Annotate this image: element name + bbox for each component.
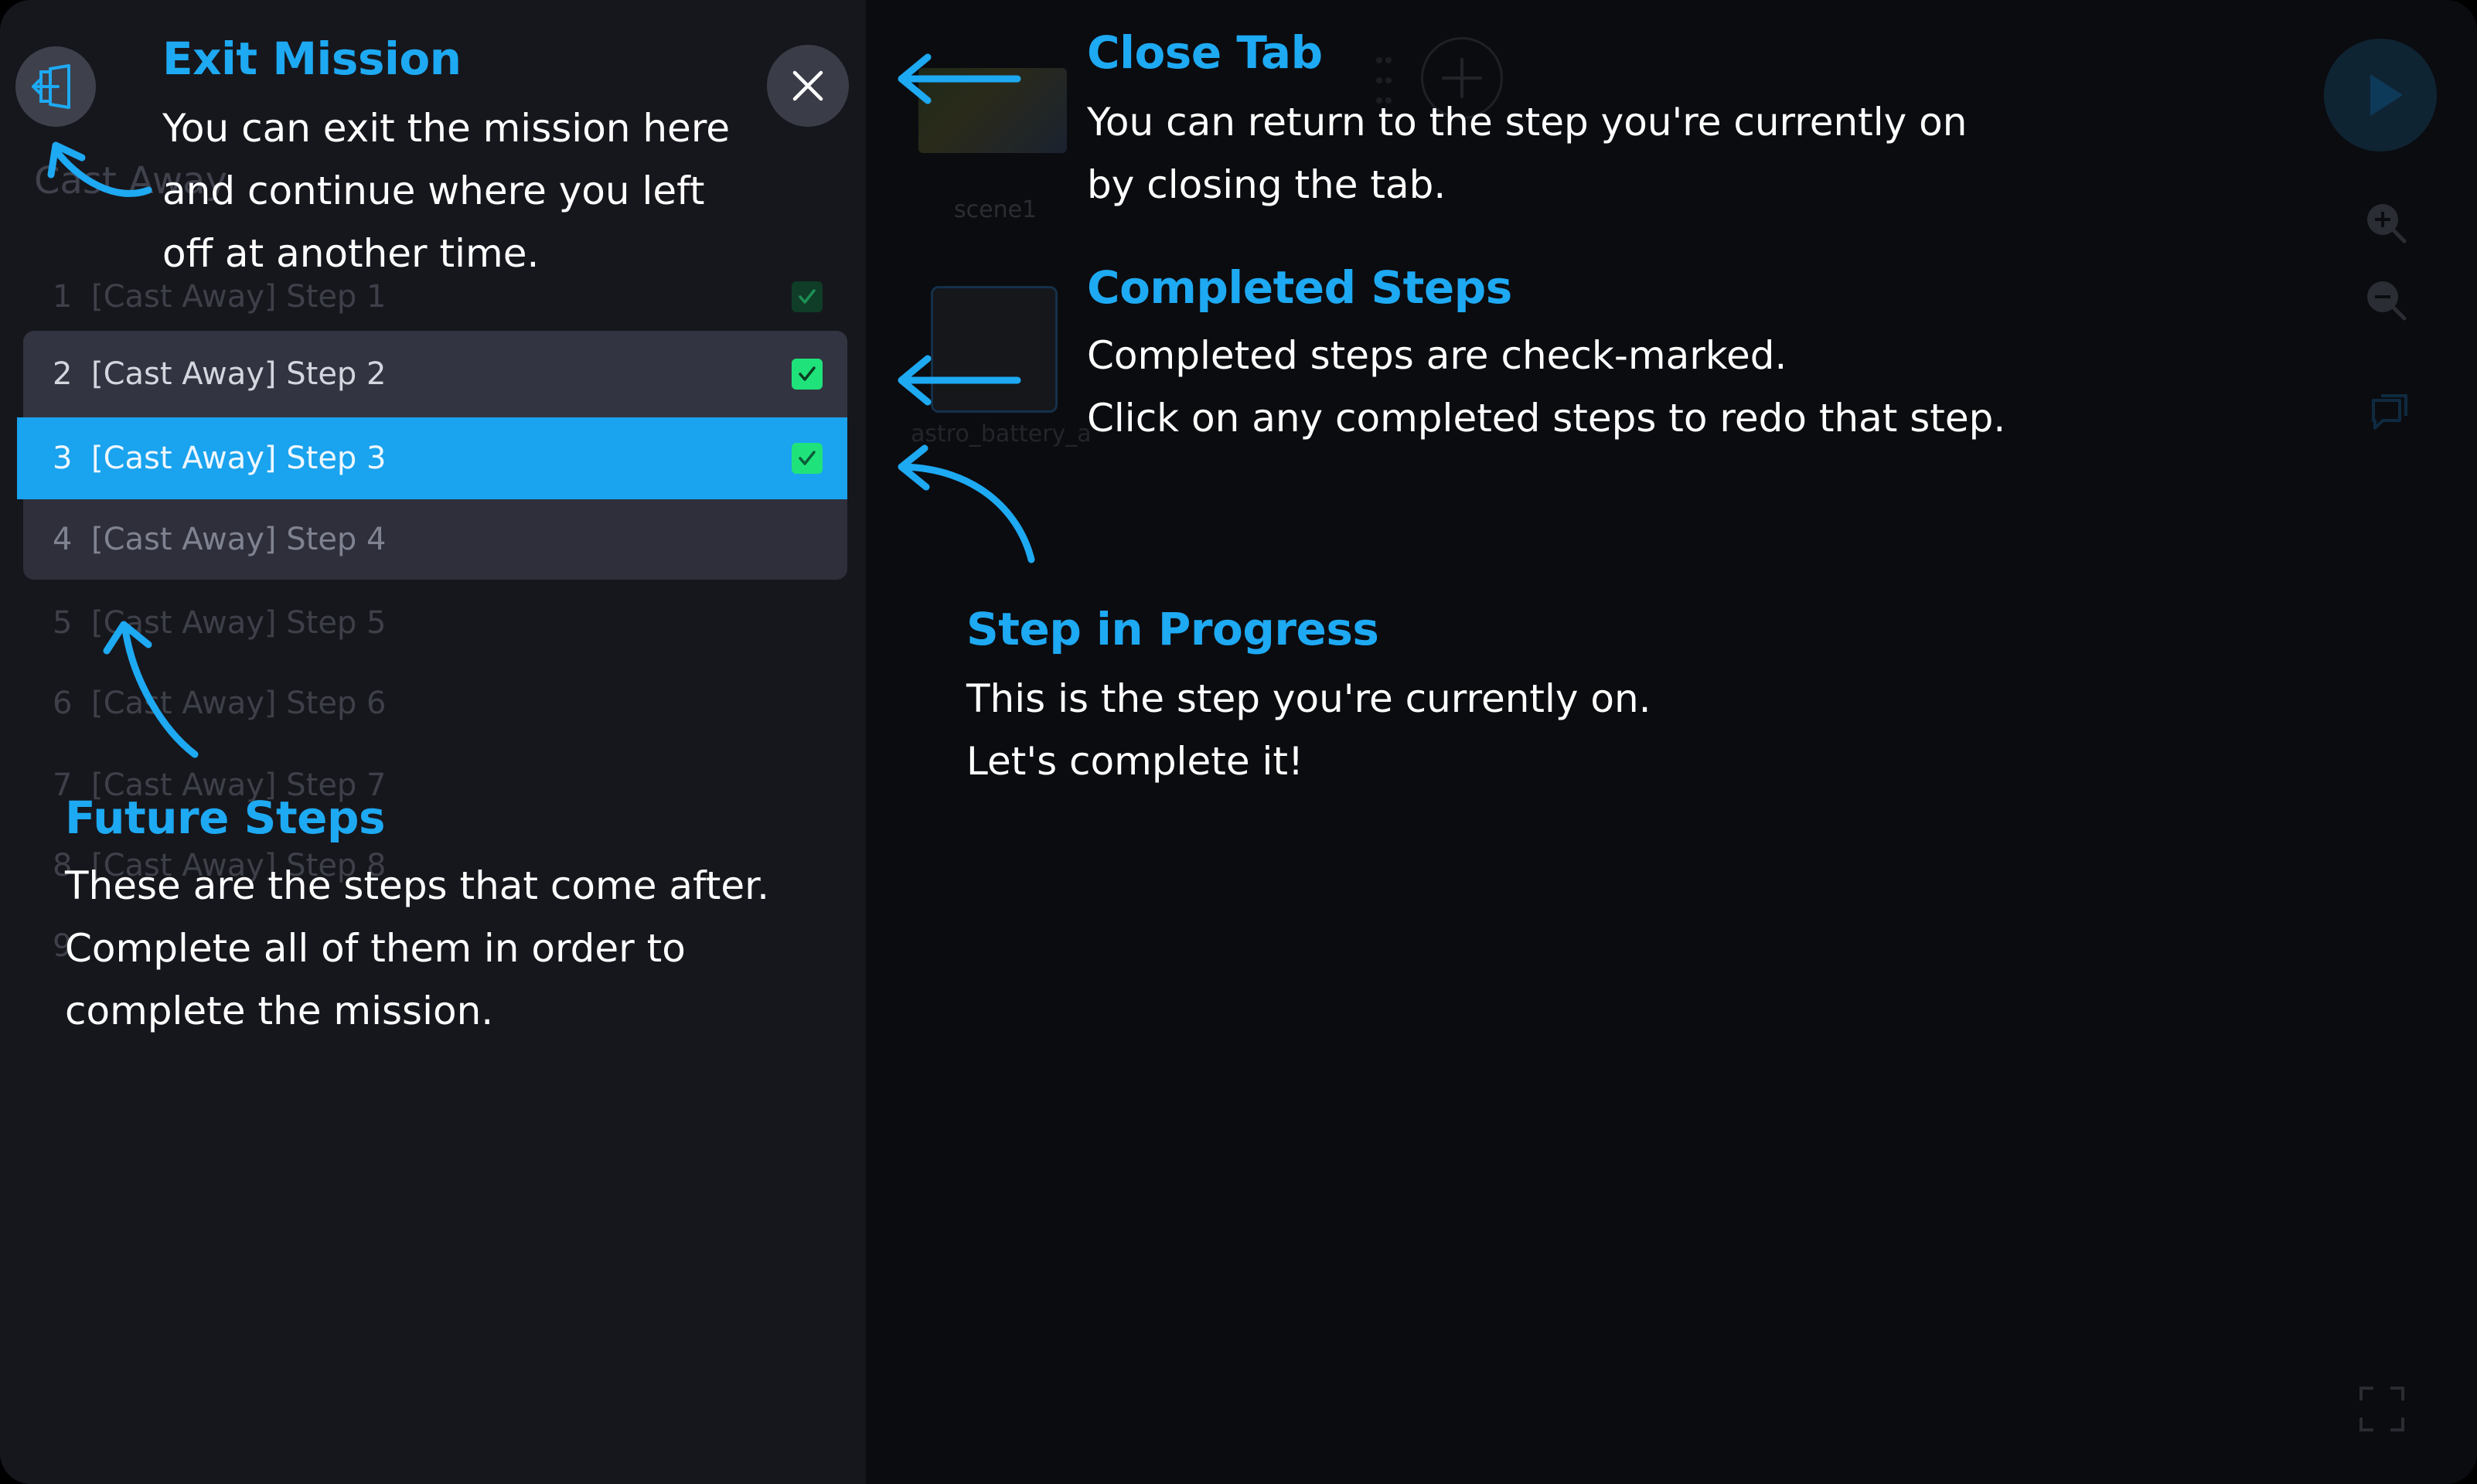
step-number: 5 — [53, 605, 73, 641]
text-line: Click on any completed steps to redo tha… — [1087, 396, 2006, 441]
step-item-future[interactable]: 6 [Cast Away] Step 6 — [23, 663, 847, 744]
text-line: Let's complete it! — [966, 739, 1304, 784]
step-item-current[interactable]: 3 [Cast Away] Step 3 — [17, 417, 847, 499]
completed-steps-description: Completed steps are check-marked. Click … — [1087, 325, 2005, 450]
text-line: You can exit the mission here — [162, 106, 731, 151]
checkmark-icon — [792, 281, 823, 312]
step-number: 1 — [53, 279, 73, 315]
exit-mission-button[interactable] — [15, 46, 96, 127]
step-number: 4 — [53, 522, 73, 557]
text-line: Completed steps are check-marked. — [1087, 333, 1787, 378]
step-label: [Cast Away] Step 5 — [91, 605, 387, 641]
step-number: 6 — [53, 686, 73, 721]
zoom-out-icon[interactable] — [2363, 277, 2409, 323]
future-steps-heading: Future Steps — [65, 791, 386, 844]
close-tab-description: You can return to the step you're curren… — [1087, 91, 1967, 216]
app-window: Cast Away 1 [Cast Away] Step 1 2 [Cast A… — [0, 0, 2477, 1484]
exit-mission-description: You can exit the mission here and contin… — [162, 97, 730, 285]
asset-thumbnail[interactable] — [931, 286, 1058, 413]
asset-label: astro_battery_a — [911, 420, 1092, 448]
future-steps-description: These are the steps that come after. Com… — [65, 855, 769, 1043]
zoom-in-icon[interactable] — [2363, 199, 2409, 246]
step-item-future[interactable]: 4 [Cast Away] Step 4 — [23, 499, 847, 580]
play-icon — [2370, 74, 2403, 116]
text-line: and continue where you left — [162, 168, 705, 213]
close-x-icon — [792, 70, 823, 101]
scene-tab-label: scene1 — [954, 196, 1037, 223]
step-in-progress-description: This is the step you're currently on. Le… — [966, 668, 1651, 793]
chat-icon[interactable] — [2366, 390, 2412, 436]
text-line: by closing the tab. — [1087, 162, 1446, 207]
checkmark-icon — [792, 443, 823, 474]
step-number: 3 — [53, 441, 73, 476]
exit-mission-heading: Exit Mission — [162, 32, 462, 85]
step-number: 2 — [53, 356, 73, 392]
fullscreen-icon[interactable] — [2356, 1384, 2407, 1435]
step-item-completed[interactable]: 2 [Cast Away] Step 2 — [23, 331, 847, 417]
text-line: Complete all of them in order to — [65, 926, 686, 971]
text-line: complete the mission. — [65, 989, 494, 1033]
step-in-progress-heading: Step in Progress — [966, 603, 1379, 655]
text-line: This is the step you're currently on. — [966, 676, 1651, 721]
step-item-future[interactable]: 5 [Cast Away] Step 5 — [23, 583, 847, 663]
step-label: [Cast Away] Step 3 — [91, 441, 387, 476]
text-line: You can return to the step you're curren… — [1087, 100, 1968, 145]
completed-steps-heading: Completed Steps — [1087, 261, 1512, 314]
text-line: off at another time. — [162, 231, 540, 276]
checkmark-icon — [792, 359, 823, 390]
play-button[interactable] — [2324, 39, 2437, 151]
exit-door-icon — [32, 64, 70, 109]
close-tab-button[interactable] — [767, 45, 849, 127]
step-label: [Cast Away] Step 4 — [91, 522, 387, 557]
step-label: [Cast Away] Step 2 — [91, 356, 387, 392]
step-label: [Cast Away] Step 6 — [91, 686, 387, 721]
close-tab-heading: Close Tab — [1087, 26, 1323, 79]
scene-tab-thumbnail[interactable] — [918, 68, 1067, 153]
text-line: These are the steps that come after. — [65, 863, 769, 908]
